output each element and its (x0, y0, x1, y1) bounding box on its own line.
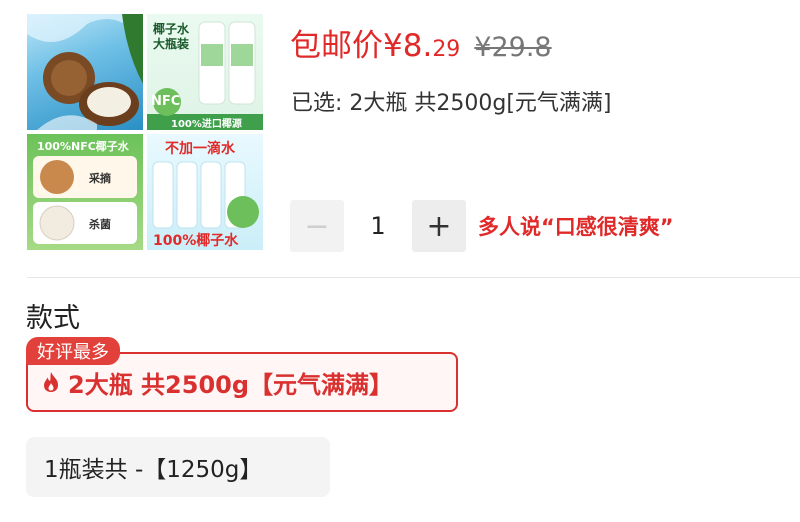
divider (27, 277, 800, 278)
q3-title: 100%NFC椰子水 (37, 140, 129, 153)
process-image: 100%NFC椰子水 采摘 杀菌 (27, 134, 143, 250)
bottles-image: 椰子水 大瓶装 NFC 100%进口椰源 (147, 14, 263, 130)
decrease-button[interactable]: − (290, 200, 344, 252)
q2-badge: NFC (151, 94, 181, 109)
quantity-value[interactable]: 1 (344, 212, 412, 240)
price-main: ¥8. (383, 28, 433, 64)
original-price: ¥29.8 (474, 32, 552, 63)
q3-label1: 采摘 (89, 172, 111, 185)
option-selected-label: 2大瓶 共2500g【元气满满】 (68, 370, 394, 399)
q2-title: 椰子水 大瓶装 (153, 22, 190, 51)
top-rated-badge: 好评最多 (26, 337, 120, 365)
q3-label2: 杀菌 (89, 218, 111, 231)
selection-summary: 已选: 2大瓶 共2500g[元气满满] (291, 91, 612, 116)
price-label: 包邮价 (290, 28, 383, 64)
price-decimal: 29 (432, 37, 461, 62)
product-thumbnail[interactable]: 椰子水 大瓶装 NFC 100%进口椰源 100%NFC椰子水 采摘 杀菌 不加… (27, 14, 265, 252)
section-title: 款式 (26, 303, 80, 334)
q2-strip: 100%进口椰源 (171, 119, 242, 130)
option-1-bottle[interactable]: 1瓶装共 -【1250g】 (26, 437, 330, 497)
review-hint: 多人说“口感很清爽” (478, 215, 674, 239)
fire-icon (42, 371, 60, 393)
quantity-stepper: − 1 + 多人说“口感很清爽” (290, 200, 674, 252)
q4-title: 不加一滴水 (165, 141, 235, 157)
increase-button[interactable]: + (412, 200, 466, 252)
coconut-image (27, 14, 143, 130)
no-water-image: 不加一滴水 100%椰子水 (147, 134, 263, 250)
price-row: 包邮价 ¥8. 29 ¥29.8 (290, 20, 552, 64)
q4-footer: 100%椰子水 (153, 233, 239, 249)
